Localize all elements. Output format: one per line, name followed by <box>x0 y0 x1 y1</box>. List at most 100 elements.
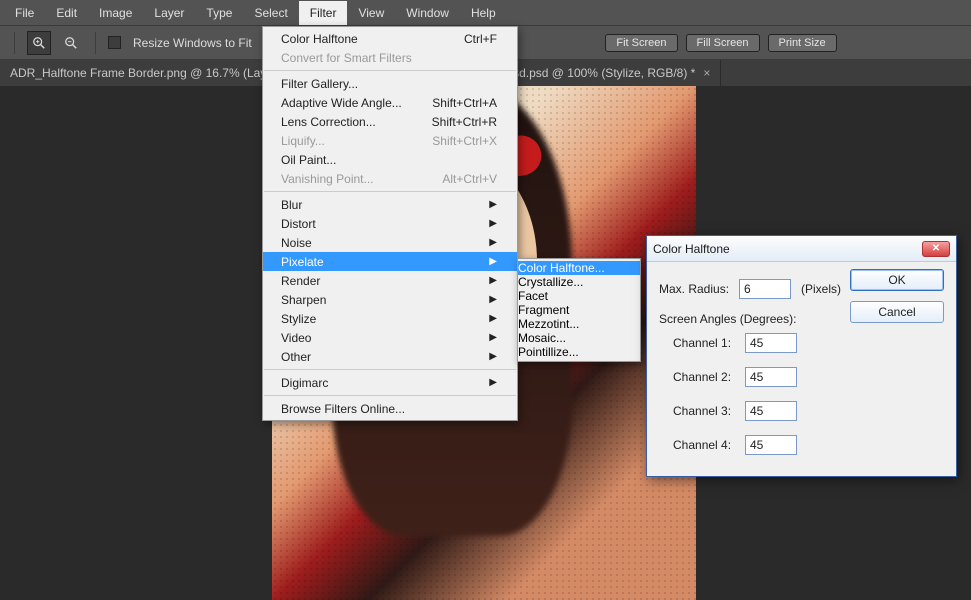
menu-item-liquify: Liquify...Shift+Ctrl+X <box>263 131 517 150</box>
menu-item-pixelate[interactable]: Pixelate ▶ <box>263 252 517 271</box>
channel-4-input[interactable] <box>745 435 797 455</box>
ok-button[interactable]: OK <box>850 269 944 291</box>
submenu-item-label: Crystallize... <box>518 275 583 289</box>
channel-label: Channel 3: <box>673 404 745 418</box>
separator <box>95 32 96 54</box>
menu-item-label: Digimarc <box>281 376 328 390</box>
menu-image[interactable]: Image <box>88 1 143 25</box>
menu-item-adaptive-wide-angle[interactable]: Adaptive Wide Angle... Shift+Ctrl+A <box>263 93 517 112</box>
menu-item-label: Blur <box>281 198 302 212</box>
menu-edit[interactable]: Edit <box>45 1 88 25</box>
menu-item-label: Convert for Smart Filters <box>281 51 412 65</box>
menu-item-label: Video <box>281 331 311 345</box>
menu-item-label: Color Halftone <box>281 32 358 46</box>
dialog-titlebar[interactable]: Color Halftone ✕ <box>647 236 956 262</box>
menu-window[interactable]: Window <box>395 1 460 25</box>
menu-item-convert-for-smart-filters: Convert for Smart Filters <box>263 48 517 67</box>
menu-item-video[interactable]: Video ▶ <box>263 328 517 347</box>
channel-3-input[interactable] <box>745 401 797 421</box>
menu-view[interactable]: View <box>347 1 395 25</box>
menu-item-lens-correction[interactable]: Lens Correction...Shift+Ctrl+R <box>263 112 517 131</box>
submenu-item-mosaic[interactable]: Mosaic... <box>518 331 640 345</box>
menu-layer[interactable]: Layer <box>143 1 195 25</box>
fill-screen-button[interactable]: Fill Screen <box>686 34 760 52</box>
menu-item-noise[interactable]: Noise▶ <box>263 233 517 252</box>
color-halftone-dialog: Color Halftone ✕ OK Cancel Max. Radius: … <box>646 235 957 477</box>
filter-menu-dropdown: Color Halftone Ctrl+F Convert for Smart Fi… <box>262 26 518 421</box>
chevron-right-icon: ▶ <box>489 377 497 388</box>
menu-item-label: Noise <box>281 236 312 250</box>
menu-item-blur[interactable]: Blur ▶ <box>263 195 517 214</box>
menu-item-label: Other <box>281 350 311 364</box>
chevron-right-icon: ▶ <box>489 313 497 324</box>
menu-item-color-halftone[interactable]: Color Halftone Ctrl+F <box>263 29 517 48</box>
document-tab[interactable]: ADR_Halftone Frame Border.png @ 16.7% (L… <box>0 60 299 86</box>
menu-item-filter-gallery[interactable]: Filter Gallery... <box>263 74 517 93</box>
menu-file[interactable]: File <box>4 1 45 25</box>
menu-item-oil-paint[interactable]: Oil Paint... <box>263 150 517 169</box>
cancel-button[interactable]: Cancel <box>850 301 944 323</box>
channel-2-input[interactable] <box>745 367 797 387</box>
shortcut-label: Ctrl+F <box>464 32 497 46</box>
menu-item-label: Sharpen <box>281 293 326 307</box>
menubar: FileEditImageLayerTypeSelectFilterViewWi… <box>0 0 971 26</box>
menu-item-label: Vanishing Point... <box>281 172 374 186</box>
menu-item-browse-filters-online[interactable]: Browse Filters Online... <box>263 399 517 418</box>
menu-item-other[interactable]: Other ▶ <box>263 347 517 366</box>
close-icon[interactable]: ✕ <box>922 241 950 257</box>
menu-item-digimarc[interactable]: Digimarc ▶ <box>263 373 517 392</box>
chevron-right-icon: ▶ <box>489 294 497 305</box>
menu-item-label: Filter Gallery... <box>281 77 358 91</box>
chevron-right-icon: ▶ <box>489 256 497 267</box>
submenu-item-mezzotint[interactable]: Mezzotint... <box>518 317 640 331</box>
chevron-right-icon: ▶ <box>489 351 497 362</box>
unit-label: (Pixels) <box>801 282 841 296</box>
menu-help[interactable]: Help <box>460 1 507 25</box>
channel-label: Channel 4: <box>673 438 745 452</box>
menu-item-render[interactable]: Render▶ <box>263 271 517 290</box>
menu-item-label: Oil Paint... <box>281 153 336 167</box>
pixelate-submenu: Color Halftone...Crystallize...FacetFrag… <box>517 258 641 362</box>
fit-screen-button[interactable]: Fit Screen <box>605 34 677 52</box>
chevron-right-icon: ▶ <box>489 275 497 286</box>
menu-item-label: Pixelate <box>281 255 324 269</box>
menu-item-label: Liquify... <box>281 134 325 148</box>
channel-label: Channel 2: <box>673 370 745 384</box>
channel-label: Channel 1: <box>673 336 745 350</box>
chevron-right-icon: ▶ <box>489 332 497 343</box>
menu-item-vanishing-point: Vanishing Point... Alt+Ctrl+V <box>263 169 517 188</box>
menu-select[interactable]: Select <box>243 1 298 25</box>
menu-item-stylize[interactable]: Stylize ▶ <box>263 309 517 328</box>
submenu-item-label: Mosaic... <box>518 331 566 345</box>
menu-item-label: Adaptive Wide Angle... <box>281 96 402 110</box>
zoom-in-tool[interactable] <box>27 31 51 55</box>
menu-item-sharpen[interactable]: Sharpen ▶ <box>263 290 517 309</box>
submenu-item-label: Facet <box>518 289 548 303</box>
submenu-item-label: Pointillize... <box>518 345 579 359</box>
submenu-item-pointillize[interactable]: Pointillize... <box>518 345 640 359</box>
max-radius-input[interactable] <box>739 279 791 299</box>
dialog-title: Color Halftone <box>653 242 730 256</box>
menu-filter[interactable]: Filter <box>299 1 348 25</box>
menu-item-label: Distort <box>281 217 316 231</box>
shortcut-label: Alt+Ctrl+V <box>442 172 497 186</box>
zoom-out-tool[interactable] <box>59 31 83 55</box>
menu-type[interactable]: Type <box>195 1 243 25</box>
resize-windows-checkbox[interactable] <box>108 36 121 49</box>
submenu-item-color-halftone[interactable]: Color Halftone... <box>518 261 640 275</box>
shortcut-label: Shift+Ctrl+A <box>432 96 497 110</box>
print-size-button[interactable]: Print Size <box>768 34 837 52</box>
resize-windows-label: Resize Windows to Fit <box>133 36 252 50</box>
close-icon[interactable]: × <box>703 66 710 80</box>
submenu-item-crystallize[interactable]: Crystallize... <box>518 275 640 289</box>
chevron-right-icon: ▶ <box>489 218 497 229</box>
submenu-item-facet[interactable]: Facet <box>518 289 640 303</box>
submenu-item-label: Fragment <box>518 303 569 317</box>
menu-item-label: Stylize <box>281 312 316 326</box>
menu-item-label: Lens Correction... <box>281 115 376 129</box>
submenu-item-fragment[interactable]: Fragment <box>518 303 640 317</box>
channel-1-input[interactable] <box>745 333 797 353</box>
max-radius-label: Max. Radius: <box>659 282 739 296</box>
menu-item-distort[interactable]: Distort ▶ <box>263 214 517 233</box>
chevron-right-icon: ▶ <box>489 199 497 210</box>
